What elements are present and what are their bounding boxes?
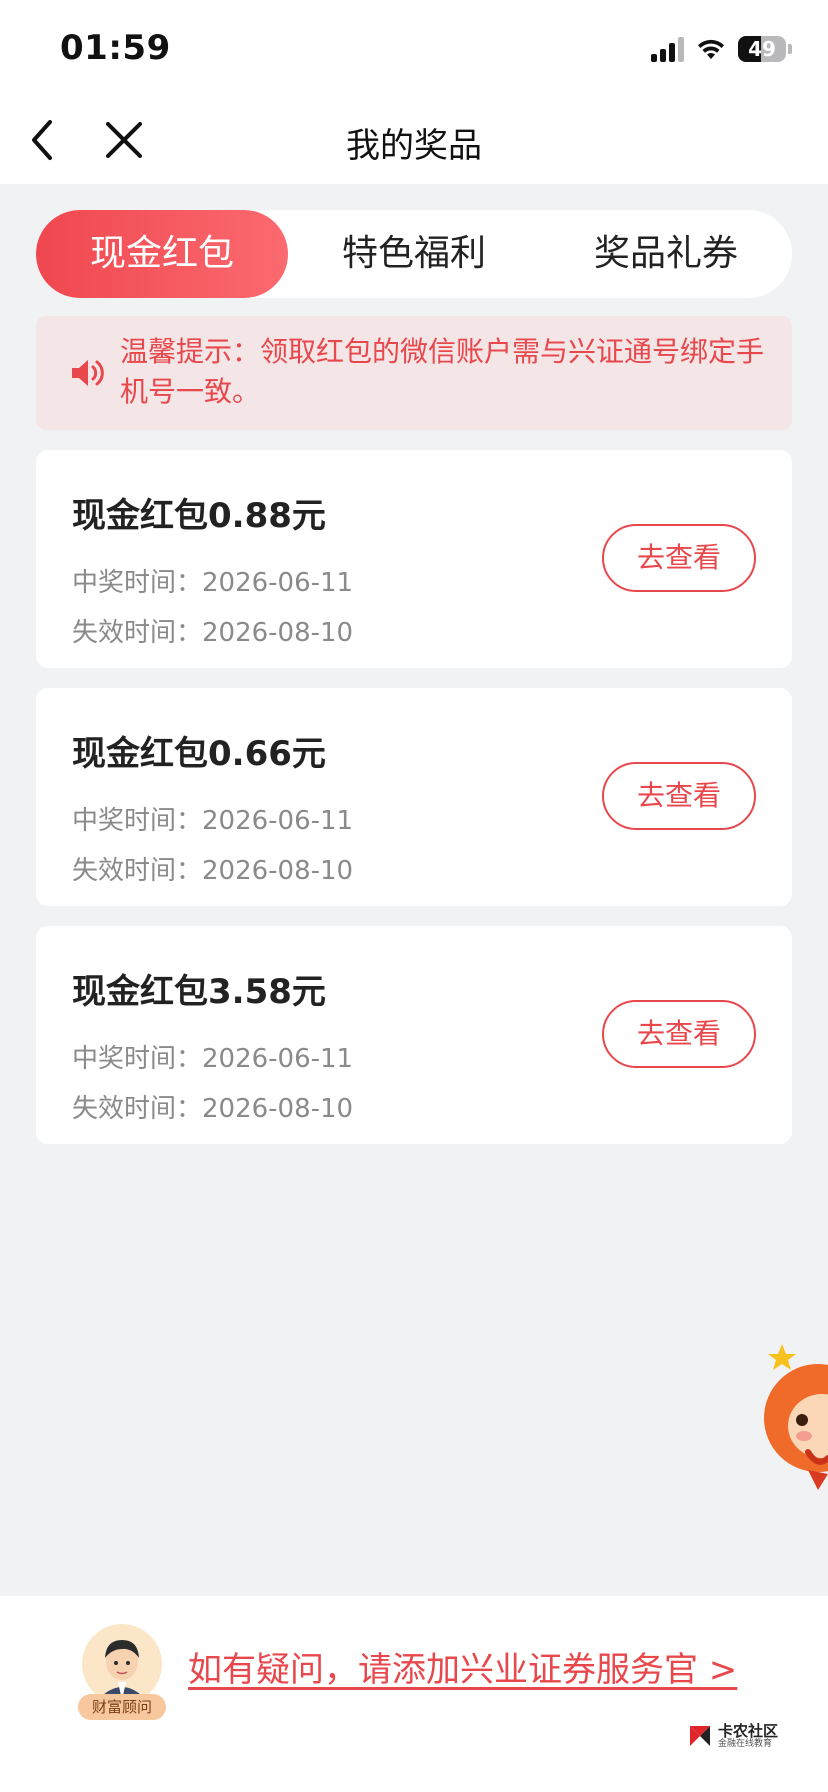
page-title: 我的奖品 xyxy=(346,126,482,166)
prize-card: 现金红包0.88元 中奖时间：2026-06-11 失效时间：2026-08-1… xyxy=(36,450,792,668)
view-button[interactable]: 去查看 xyxy=(602,524,756,592)
battery-icon: 49 xyxy=(738,36,786,62)
prize-title: 现金红包0.66元 xyxy=(72,734,326,774)
battery-tip xyxy=(788,44,792,54)
prize-tabs: 现金红包 特色福利 奖品礼券 xyxy=(36,210,792,298)
status-icons: 49 xyxy=(651,32,792,66)
kanong-logo-icon xyxy=(690,1726,710,1746)
wifi-icon xyxy=(698,39,724,59)
advisor-badge: 财富顾问 xyxy=(78,1694,166,1720)
prize-title: 现金红包0.88元 xyxy=(72,496,326,536)
expire-time: 失效时间：2026-08-10 xyxy=(72,1094,354,1124)
tab-cash-red-packet[interactable]: 现金红包 xyxy=(36,210,288,298)
expire-time: 失效时间：2026-08-10 xyxy=(72,856,354,886)
watermark-title: 卡农社区 xyxy=(718,1722,779,1740)
win-time: 中奖时间：2026-06-11 xyxy=(72,806,354,836)
mascot-icon[interactable] xyxy=(760,1340,828,1490)
tab-prize-coupons[interactable]: 奖品礼券 xyxy=(540,210,792,298)
view-button[interactable]: 去查看 xyxy=(602,1000,756,1068)
watermark-subtitle: 金融在线教育 xyxy=(718,1739,773,1749)
speaker-icon xyxy=(72,360,104,386)
notice-banner: 温馨提示：领取红包的微信账户需与兴证通号绑定手机号一致。 xyxy=(36,316,792,430)
footer: 财富顾问 如有疑问，请添加兴业证券服务官 > 卡农社区 金融在线教育 xyxy=(0,1596,828,1792)
add-service-advisor-link[interactable]: 如有疑问，请添加兴业证券服务官 > xyxy=(188,1642,737,1691)
win-time: 中奖时间：2026-06-11 xyxy=(72,1044,354,1074)
navigation-bar: 我的奖品 xyxy=(0,96,828,184)
expire-time: 失效时间：2026-08-10 xyxy=(72,618,354,648)
notice-text: 温馨提示：领取红包的微信账户需与兴证通号绑定手机号一致。 xyxy=(120,335,765,408)
win-time: 中奖时间：2026-06-11 xyxy=(72,568,354,598)
status-bar: 01:59 49 xyxy=(0,0,828,96)
view-button[interactable]: 去查看 xyxy=(602,762,756,830)
prize-card: 现金红包0.66元 中奖时间：2026-06-11 失效时间：2026-08-1… xyxy=(36,688,792,906)
status-time: 01:59 xyxy=(60,28,171,68)
battery-level: 49 xyxy=(748,37,776,61)
prize-card: 现金红包3.58元 中奖时间：2026-06-11 失效时间：2026-08-1… xyxy=(36,926,792,1144)
cellular-signal-icon xyxy=(651,36,684,62)
tab-special-benefits[interactable]: 特色福利 xyxy=(288,210,540,298)
prize-title: 现金红包3.58元 xyxy=(72,972,326,1012)
watermark: 卡农社区 金融在线教育 xyxy=(686,1722,778,1750)
